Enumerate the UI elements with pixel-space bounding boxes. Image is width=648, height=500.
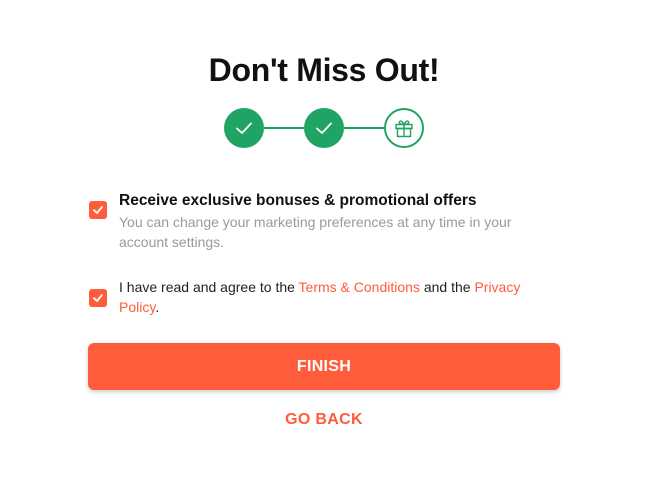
step-2-completed [304, 108, 344, 148]
gift-icon [395, 120, 413, 138]
check-icon [316, 122, 332, 134]
terms-text: I have read and agree to the Terms & Con… [119, 277, 529, 317]
signup-final-step: Don't Miss Out! Receive exclusive bonuse… [0, 0, 648, 500]
terms-text-after: . [155, 299, 160, 315]
step-connector [264, 127, 304, 129]
progress-stepper [224, 108, 424, 148]
finish-button[interactable]: FINISH [88, 343, 560, 390]
terms-conditions-link[interactable]: Terms & Conditions [299, 279, 420, 295]
terms-text-before: I have read and agree to the [119, 279, 299, 295]
step-3-current [384, 108, 424, 148]
terms-option: I have read and agree to the Terms & Con… [89, 277, 539, 319]
marketing-subtitle: You can change your marketing preference… [119, 214, 512, 250]
check-icon [93, 206, 103, 214]
step-1-completed [224, 108, 264, 148]
terms-text-middle: and the [419, 279, 475, 295]
marketing-title: Receive exclusive bonuses & promotional … [119, 192, 477, 209]
check-icon [93, 294, 103, 302]
step-connector [344, 127, 384, 129]
marketing-text: Receive exclusive bonuses & promotional … [119, 191, 529, 252]
page-title: Don't Miss Out! [208, 52, 440, 88]
marketing-option: Receive exclusive bonuses & promotional … [89, 191, 539, 253]
check-icon [236, 122, 252, 134]
terms-checkbox[interactable] [89, 289, 107, 307]
marketing-checkbox[interactable] [89, 201, 107, 219]
go-back-button[interactable]: GO BACK [0, 411, 648, 429]
